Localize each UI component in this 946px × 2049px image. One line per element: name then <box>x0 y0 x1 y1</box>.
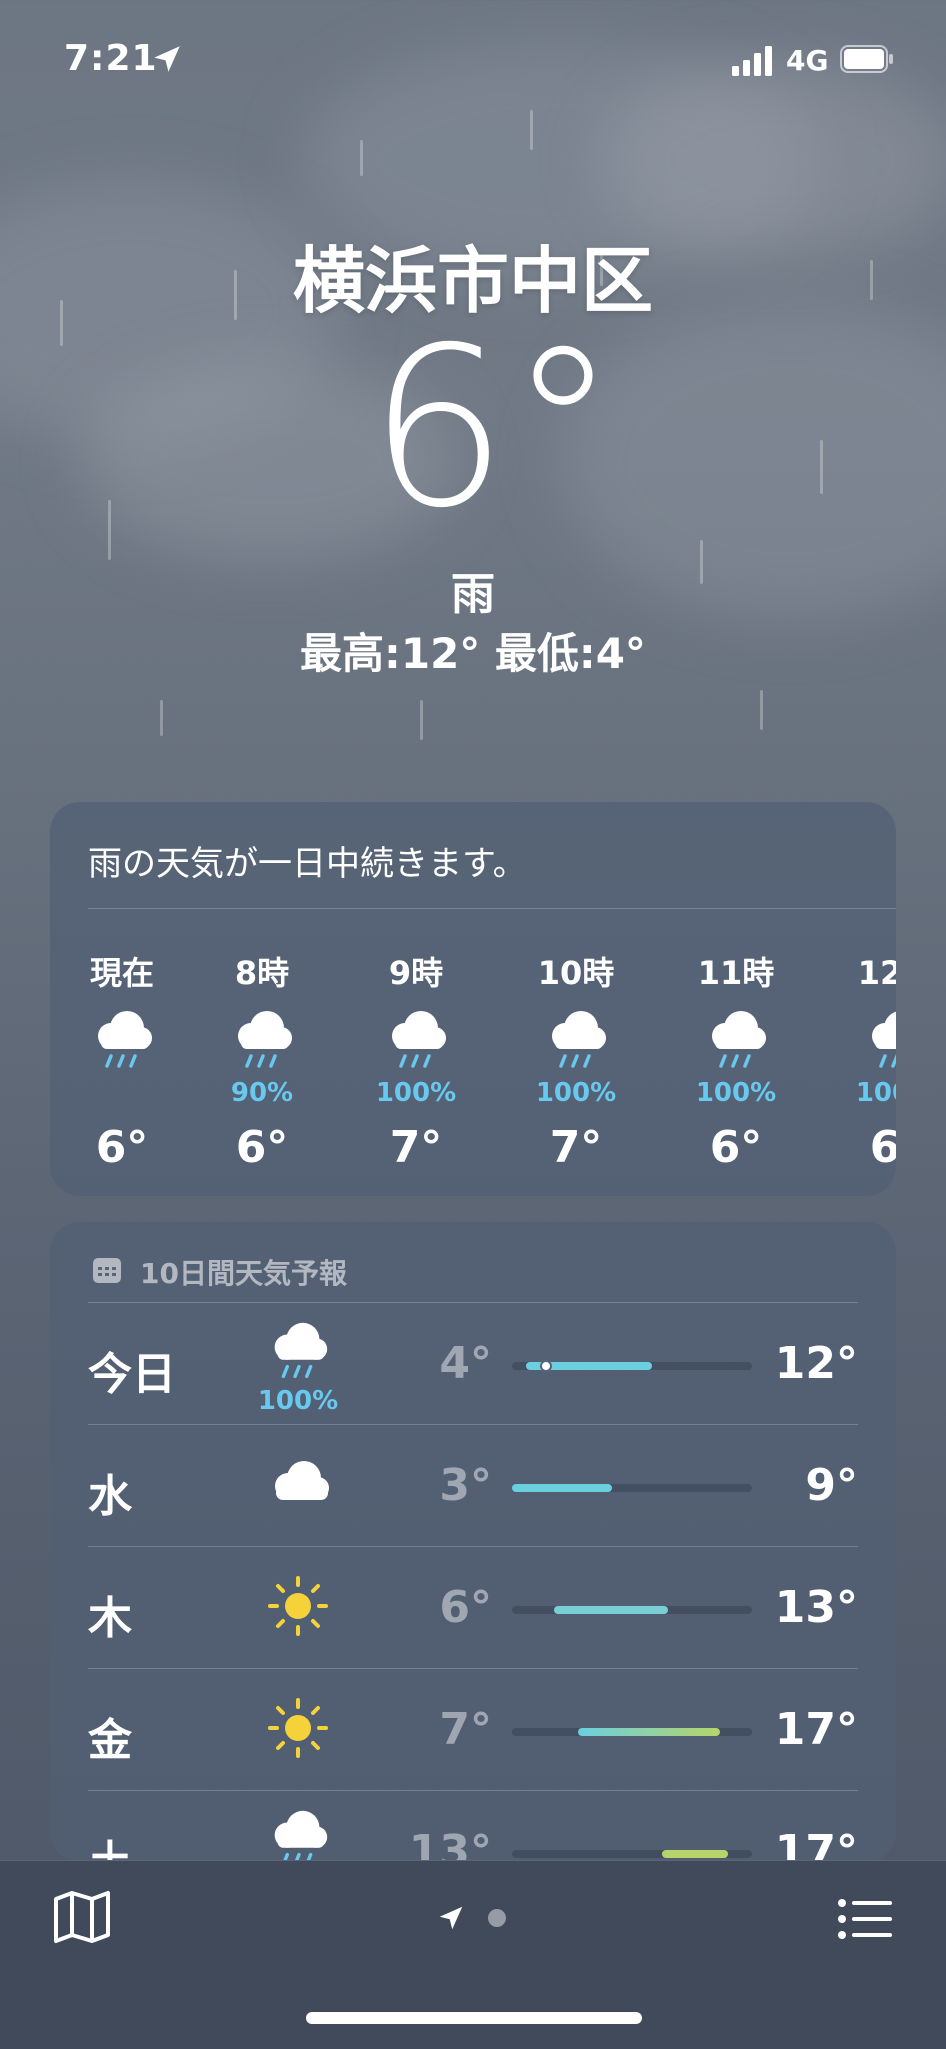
hour-label: 11時 <box>697 954 775 992</box>
status-bar: 7:21 4G <box>0 0 946 120</box>
hour-temperature: 6° <box>709 1122 763 1173</box>
hour-label: 12時 <box>857 954 896 992</box>
day-row[interactable]: 今日 100% 4° 12° <box>88 1302 858 1424</box>
current-temperature: 6° <box>368 300 618 556</box>
rain-icon <box>392 1011 446 1068</box>
hour-temperature: 6° <box>235 1122 289 1173</box>
day-row[interactable]: 金 7° 17° <box>88 1668 858 1790</box>
divider <box>88 1546 858 1547</box>
city-list-icon[interactable] <box>834 1889 894 1949</box>
hour-item: 11時 100% 6° <box>686 948 786 1173</box>
day-row[interactable]: 木 6° 13° <box>88 1546 858 1668</box>
hour-temperature: 6° <box>95 1122 149 1173</box>
forecast-summary: 雨の天気が一日中続きます。 <box>88 844 527 884</box>
page-indicator-dot[interactable] <box>488 1909 506 1927</box>
low-temperature: 13° <box>408 1826 492 1862</box>
day-row[interactable]: 土 13° 17° <box>88 1790 858 1862</box>
temperature-range-bar <box>512 1728 752 1736</box>
high-temperature: 17° <box>774 1704 858 1755</box>
current-temperature-marker <box>540 1360 552 1372</box>
low-temperature: 7° <box>439 1704 492 1755</box>
day-label: 金 <box>88 1715 132 1766</box>
temperature-range-bar <box>512 1606 752 1614</box>
network-type: 4G <box>786 44 829 77</box>
divider <box>88 1668 858 1669</box>
low-temperature: 4° <box>439 1338 492 1389</box>
day-row[interactable]: 水 3° 9° <box>88 1424 858 1546</box>
rain-icon <box>274 1810 328 1862</box>
home-indicator[interactable] <box>306 2012 642 2024</box>
high-temperature: 13° <box>774 1582 858 1633</box>
current-location-page-icon[interactable] <box>436 1903 466 1933</box>
hour-label: 現在 <box>89 954 154 992</box>
temperature-range-fill <box>554 1606 668 1614</box>
day-label: 土 <box>88 1826 132 1862</box>
cellular-signal-icon <box>732 46 772 76</box>
low-temperature: 3° <box>439 1460 492 1511</box>
temperature-range-bar <box>512 1850 752 1858</box>
battery-icon <box>840 45 893 73</box>
temperature-range-bar <box>512 1360 752 1372</box>
sun-icon <box>268 1576 328 1636</box>
rain-icon <box>98 1011 152 1068</box>
rain-icon <box>274 1322 328 1379</box>
temperature-range-fill <box>578 1728 720 1736</box>
day-label: 水 <box>88 1471 132 1522</box>
temperature-range-fill <box>662 1850 728 1858</box>
calendar-icon <box>93 1258 121 1283</box>
high-temperature: 12° <box>774 1338 858 1389</box>
precipitation-chance: 100% <box>855 1078 896 1108</box>
hour-label: 8時 <box>234 954 290 992</box>
day-label: 今日 <box>88 1349 176 1400</box>
hour-item: 8時 90% 6° <box>212 948 312 1173</box>
map-icon[interactable] <box>52 1887 112 1947</box>
high-low-temperature: 最高:12° 最低:4° <box>300 629 646 678</box>
precipitation-chance: 100% <box>257 1386 339 1416</box>
temperature-range-fill <box>512 1484 612 1492</box>
cloud-icon <box>275 1461 329 1500</box>
hour-item: 10時 100% 7° <box>526 948 626 1173</box>
precipitation-chance: 100% <box>375 1078 457 1108</box>
low-temperature: 6° <box>439 1582 492 1633</box>
current-condition: 雨 <box>451 569 495 620</box>
ten-day-header: 10日間天気予報 <box>140 1257 347 1290</box>
high-temperature: 9° <box>805 1460 858 1511</box>
rain-icon <box>238 1011 292 1068</box>
rain-icon <box>872 1011 896 1068</box>
precipitation-chance <box>72 1078 172 1110</box>
hour-temperature: 7° <box>389 1122 443 1173</box>
divider <box>88 1790 858 1791</box>
rain-icon <box>712 1011 766 1068</box>
day-label: 木 <box>88 1593 132 1644</box>
precipitation-chance: 100% <box>535 1078 617 1108</box>
hour-label: 10時 <box>537 954 615 992</box>
hour-temperature: 6° <box>869 1122 896 1173</box>
hour-temperature: 7° <box>549 1122 603 1173</box>
divider <box>88 1302 858 1303</box>
high-temperature: 17° <box>774 1826 858 1862</box>
ten-day-forecast-card[interactable]: 10日間天気予報 今日 100% 4° 12° 水 3° 9° 木 6° 13°… <box>50 1222 896 1862</box>
divider <box>88 1424 858 1425</box>
hour-item: 現在 6° <box>72 948 172 1173</box>
rain-icon <box>552 1011 606 1068</box>
hour-label: 9時 <box>388 954 444 992</box>
location-arrow-icon <box>154 46 180 72</box>
hour-item: 9時 100% 7° <box>366 948 466 1173</box>
precipitation-chance: 100% <box>695 1078 777 1108</box>
precipitation-chance: 90% <box>230 1078 294 1108</box>
sun-icon <box>268 1698 328 1758</box>
divider <box>88 908 896 909</box>
hourly-forecast-card[interactable]: 雨の天気が一日中続きます。 現在 6° 8時 90% 6° 9時 100% 7°… <box>50 802 896 1196</box>
hour-item: 12時 100% 6° <box>846 948 896 1173</box>
status-time: 7:21 <box>64 38 158 79</box>
temperature-range-bar <box>512 1484 752 1492</box>
